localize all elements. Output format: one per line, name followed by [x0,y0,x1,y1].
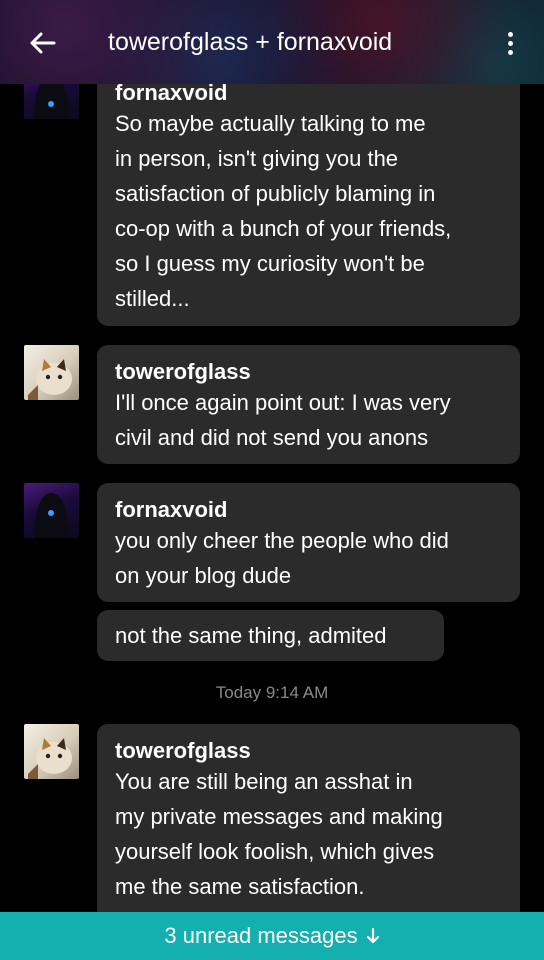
message-bubble[interactable]: fornaxvoid So maybe actually talking to … [97,60,520,326]
message-text: I'll once again point out: I was very ci… [115,390,451,450]
message-author: towerofglass [115,359,251,384]
more-options-button[interactable] [500,26,520,60]
message-author: fornaxvoid [115,497,228,522]
arrow-left-icon [30,32,56,54]
message-text: You are still being an asshat in my priv… [115,769,443,899]
message-timestamp: Today 9:14 AM [215,683,329,702]
unread-messages-banner[interactable]: 3 unread messages [0,912,544,960]
conversation-header: towerofglass + fornaxvoid [0,0,544,84]
message-bubble[interactable]: towerofglass I'll once again point out: … [97,345,520,464]
avatar-towerofglass[interactable] [24,724,79,779]
avatar-fornaxvoid[interactable] [24,483,79,538]
conversation-title: towerofglass + fornaxvoid [108,28,393,56]
message-bubble[interactable]: towerofglass You are still being an assh… [97,724,520,924]
message-text: So maybe actually talking to me in perso… [115,111,452,311]
message-text: you only cheer the people who did on you… [115,528,449,588]
message-author: towerofglass [115,738,251,763]
message-bubble[interactable]: fornaxvoid you only cheer the people who… [97,483,520,602]
message-text: not the same thing, admited [115,623,387,648]
avatar-towerofglass[interactable] [24,345,79,400]
arrow-down-icon [366,927,379,944]
unread-messages-label: 3 unread messages [164,923,358,948]
message-bubble[interactable]: not the same thing, admited [97,610,444,661]
back-button[interactable] [20,26,64,60]
more-vertical-icon [507,31,513,37]
